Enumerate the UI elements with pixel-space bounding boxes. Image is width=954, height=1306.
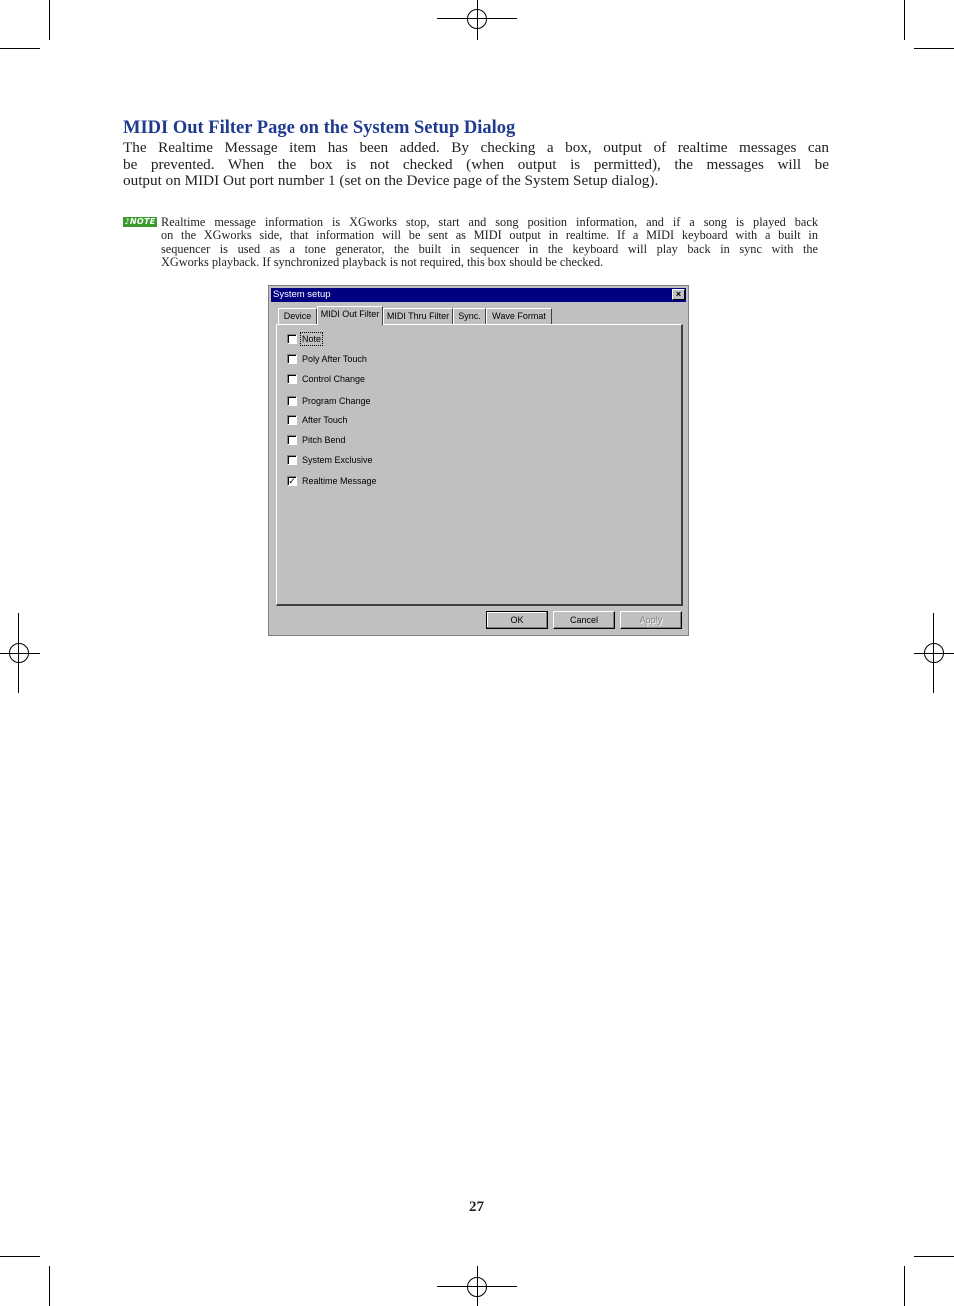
- checkbox-box[interactable]: [287, 354, 297, 364]
- crop-mark: [0, 48, 40, 49]
- tab-wave-format[interactable]: Wave Format: [486, 308, 552, 324]
- body-paragraph: The Realtime Message item has been added…: [123, 139, 829, 190]
- dialog-titlebar[interactable]: System setup ×: [271, 288, 686, 302]
- section-heading: MIDI Out Filter Page on the System Setup…: [123, 118, 516, 138]
- cancel-button[interactable]: Cancel: [553, 611, 615, 629]
- checkbox-label: System Exclusive: [302, 455, 373, 465]
- checkbox-box[interactable]: [287, 415, 297, 425]
- note-line: on the XGworks side, that information wi…: [161, 228, 818, 243]
- tab-midi-thru-filter[interactable]: MIDI Thru Filter: [383, 308, 453, 324]
- note-text: Realtime message information is XGworks …: [161, 215, 818, 270]
- note-line: sequencer is used as a tone generator, t…: [161, 241, 818, 256]
- ok-button[interactable]: OK: [486, 611, 548, 629]
- checkbox-box[interactable]: [287, 455, 297, 465]
- close-icon: ×: [675, 289, 682, 299]
- tab-midi-out-filter[interactable]: MIDI Out Filter: [317, 306, 383, 325]
- checkbox-label: Realtime Message: [302, 476, 377, 486]
- check-icon: ✓: [288, 476, 296, 486]
- crop-mark: [49, 0, 50, 40]
- crop-mark: [914, 48, 954, 49]
- tab-device[interactable]: Device: [278, 308, 317, 324]
- checkbox-label: Pitch Bend: [302, 435, 346, 445]
- checkbox-box[interactable]: [287, 334, 297, 344]
- page-number: 27: [469, 1199, 484, 1215]
- crop-mark: [914, 1256, 954, 1257]
- checkbox-label: Control Change: [302, 374, 366, 384]
- apply-button[interactable]: Apply: [620, 611, 682, 629]
- checkbox-box[interactable]: [287, 435, 297, 445]
- checkbox-label: After Touch: [302, 415, 348, 425]
- body-line: The Realtime Message item has been added…: [123, 139, 829, 156]
- system-setup-dialog: System setup × Device MIDI Out Filter MI…: [268, 285, 689, 636]
- body-line: be prevented. When the box is not checke…: [123, 155, 829, 173]
- tab-sync[interactable]: Sync.: [453, 308, 486, 324]
- checkbox-box[interactable]: [287, 374, 297, 384]
- checkbox-box-checked[interactable]: ✓: [287, 476, 297, 486]
- checkbox-label: Note: [299, 332, 324, 346]
- crop-mark: [0, 1256, 40, 1257]
- crop-mark: [49, 1266, 50, 1306]
- crop-mark: [904, 1266, 905, 1306]
- close-button[interactable]: ×: [672, 289, 685, 300]
- note-line: XGworks playback. If synchronized playba…: [161, 255, 604, 270]
- note-badge: ♪NOTE: [123, 217, 157, 227]
- note-line: Realtime message information is XGworks …: [161, 215, 818, 229]
- crop-mark: [904, 0, 905, 40]
- body-line: output on MIDI Out port number 1 (set on…: [123, 172, 659, 190]
- dialog-title: System setup: [273, 289, 331, 300]
- checkbox-label: Program Change: [302, 396, 371, 406]
- note-badge-label: NOTE: [129, 217, 156, 226]
- checkbox-box[interactable]: [287, 396, 297, 406]
- midi-out-filter-panel: Note Poly After Touch Control Change Pro…: [276, 324, 683, 606]
- checkbox-label: Poly After Touch: [302, 354, 367, 364]
